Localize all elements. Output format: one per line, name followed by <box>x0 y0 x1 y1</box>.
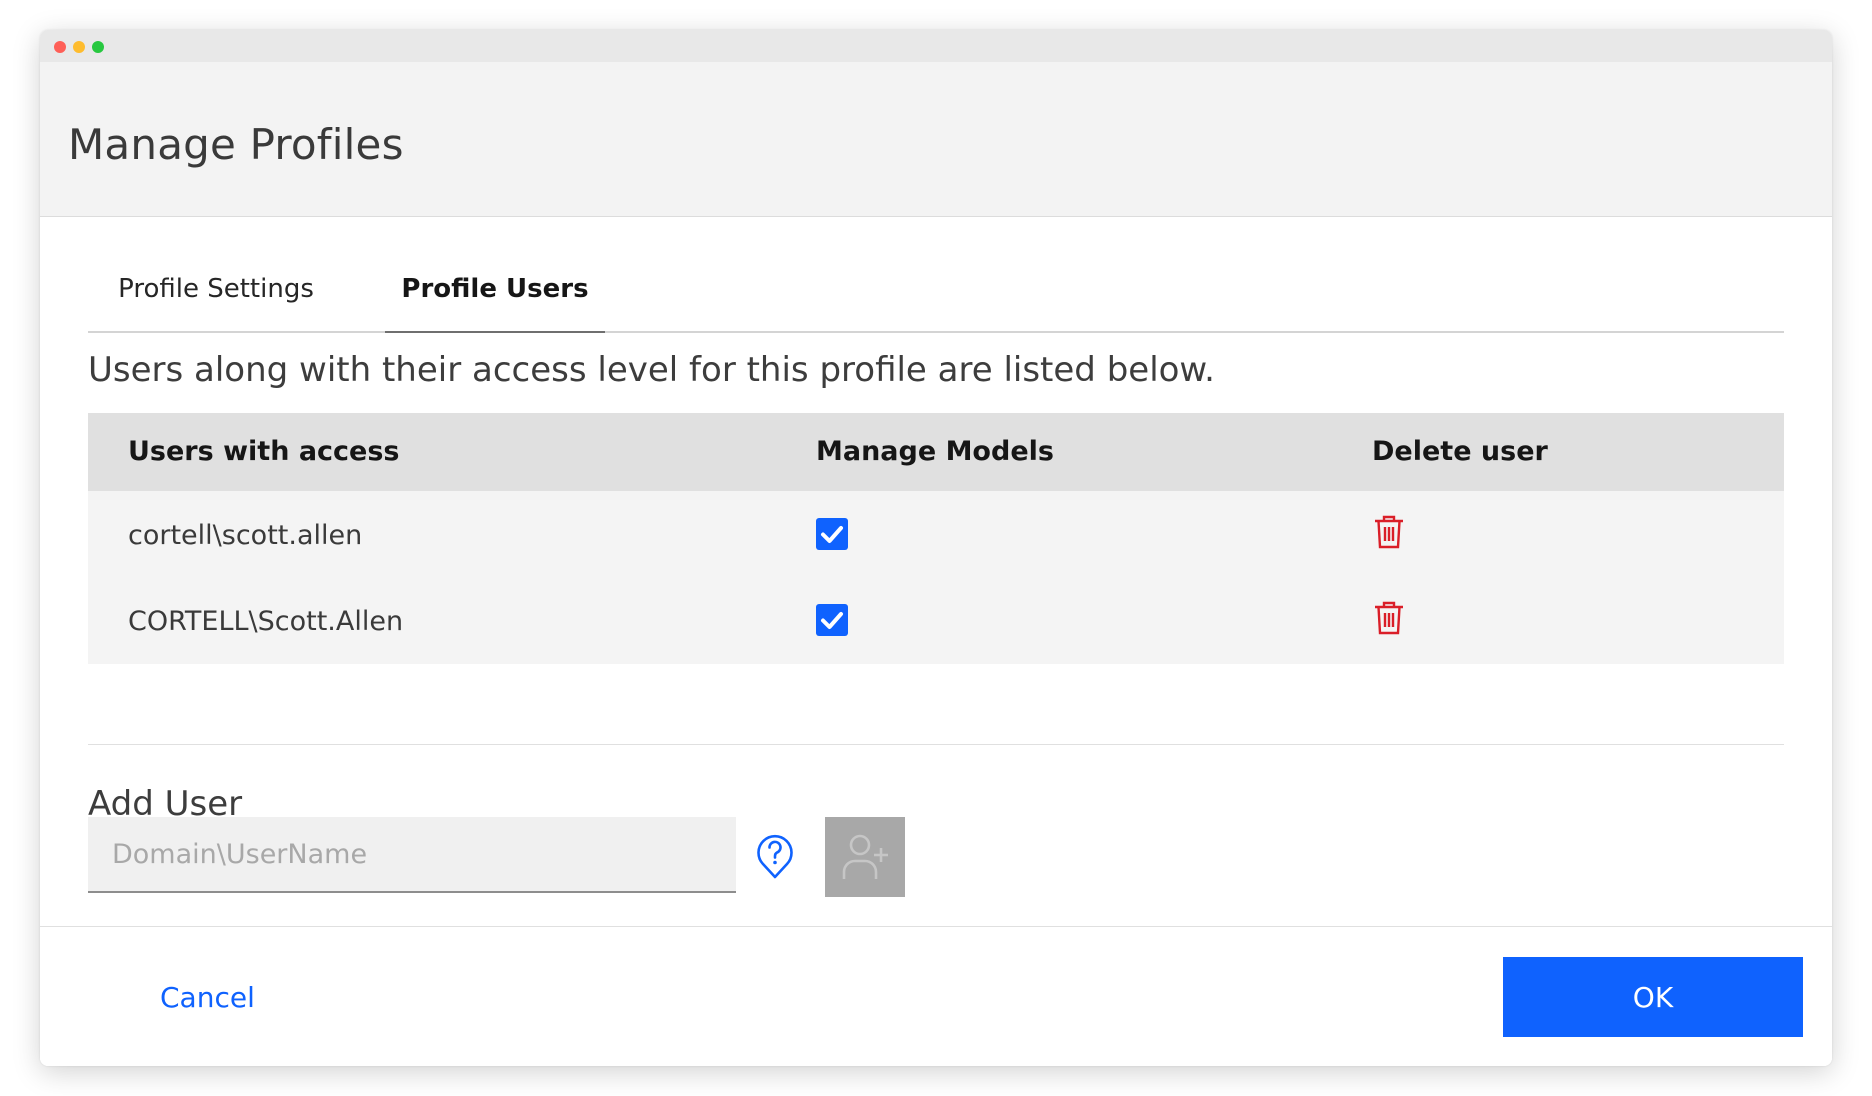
users-description: Users along with their access level for … <box>88 350 1215 390</box>
dialog-header: Manage Profiles <box>40 62 1832 217</box>
zoom-window-button[interactable] <box>92 41 104 53</box>
section-divider <box>88 744 1784 745</box>
ok-button[interactable]: OK <box>1503 957 1803 1037</box>
minimize-window-button[interactable] <box>73 41 85 53</box>
checkmark-icon <box>821 526 843 543</box>
table-header: Users with access Manage Models Delete u… <box>88 413 1784 491</box>
add-user-button[interactable] <box>825 817 905 897</box>
table-row: cortell\scott.allen <box>88 493 1784 579</box>
checkmark-icon <box>821 612 843 629</box>
tab-bar: Profile Settings Profile Users <box>88 247 1784 333</box>
manage-models-checkbox[interactable] <box>816 518 848 550</box>
add-user-icon <box>842 834 888 879</box>
trash-icon <box>1375 601 1403 635</box>
trash-icon <box>1375 515 1403 549</box>
tab-profile-users[interactable]: Profile Users <box>385 247 605 333</box>
close-window-button[interactable] <box>54 41 66 53</box>
dialog-footer: Cancel OK <box>40 926 1832 1066</box>
manage-models-checkbox[interactable] <box>816 604 848 636</box>
column-header-delete-user: Delete user <box>1372 436 1548 467</box>
user-name-cell: cortell\scott.allen <box>128 520 363 551</box>
delete-user-button[interactable] <box>1374 515 1404 549</box>
column-header-manage-models: Manage Models <box>816 436 1054 467</box>
window-titlebar[interactable] <box>40 30 1832 62</box>
dialog-title: Manage Profiles <box>68 120 404 169</box>
tab-profile-settings[interactable]: Profile Settings <box>88 247 344 331</box>
user-name-cell: CORTELL\Scott.Allen <box>128 606 404 637</box>
help-pin-icon[interactable] <box>752 832 798 880</box>
users-table: Users with access Manage Models Delete u… <box>88 413 1784 664</box>
column-header-users: Users with access <box>128 436 400 467</box>
manage-profiles-window: Manage Profiles Profile Settings Profile… <box>40 30 1832 1066</box>
table-row: CORTELL\Scott.Allen <box>88 579 1784 665</box>
delete-user-button[interactable] <box>1374 601 1404 635</box>
cancel-button[interactable]: Cancel <box>160 969 255 1025</box>
username-input[interactable] <box>88 817 736 893</box>
